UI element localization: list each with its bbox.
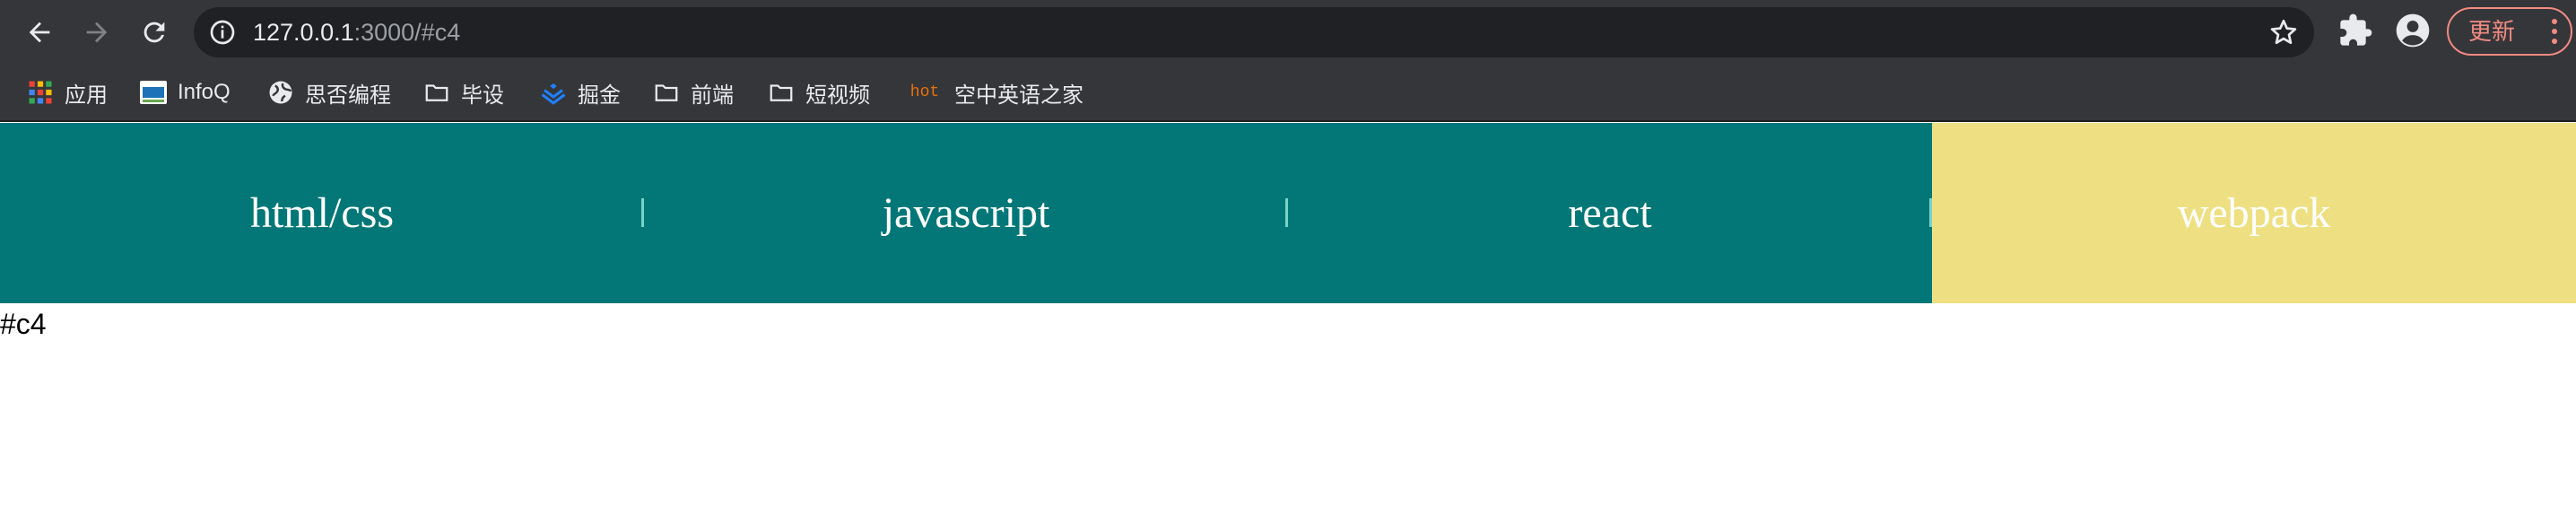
arrow-left-icon [29,22,50,43]
infoq-icon [140,79,167,106]
bookmark-sifou[interactable]: 思否编程 [267,65,391,120]
bookmark-label: 前端 [691,83,734,108]
update-label: 更新 [2468,18,2516,45]
hot-icon: hot [906,79,944,106]
bookmark-infoq[interactable]: InfoQ [140,65,231,120]
url-path: :3000/#c4 [353,19,461,46]
bookmark-folder-frontend[interactable]: 前端 [653,65,734,120]
url-host: 127.0.0.1 [253,19,354,46]
hot-badge-text: hot [909,83,940,101]
nav-item-label: webpack [2177,189,2331,237]
category-nav: html/css javascript react webpack [0,123,2576,303]
nav-item-label: javascript [882,189,1050,237]
profile-icon[interactable] [2393,11,2432,50]
more-vert-icon [2552,19,2557,44]
back-button[interactable] [18,11,61,54]
current-hash-text: #c4 [0,308,47,340]
nav-item-label: html/css [249,189,394,237]
folder-icon [423,79,450,106]
folder-icon [653,79,680,106]
bookmark-folder-shortvideo[interactable]: 短视频 [768,65,870,120]
bookmark-label: InfoQ [178,80,231,104]
url-text[interactable]: 127.0.0.1:3000/#c4 [253,7,460,57]
browser-toolbar: 127.0.0.1:3000/#c4 更新 [0,0,2576,65]
bookmark-label: 空中英语之家 [954,83,1083,108]
bookmark-kongzhong[interactable]: hot 空中英语之家 [906,65,1083,120]
bookmark-label: 思否编程 [305,83,391,108]
apps-grid-icon [27,79,54,106]
extensions-icon[interactable] [2337,13,2373,48]
bookmark-label: 掘金 [578,83,621,108]
nav-item-webpack[interactable]: webpack [1932,123,2576,303]
bookmarks-bar: 应用 InfoQ 思否编程 毕设 掘金 前端 短视频 hot 空中英语之家 [0,65,2576,122]
juejin-icon [540,79,567,106]
globe-icon [267,79,294,106]
address-bar[interactable]: 127.0.0.1:3000/#c4 [194,7,2314,57]
bookmark-label: 应用 [65,83,108,108]
forward-button[interactable] [75,11,118,54]
nav-item-html-css[interactable]: html/css [0,123,644,303]
bookmark-label: 毕设 [461,83,504,108]
folder-icon [768,79,795,106]
reload-button[interactable] [133,11,176,54]
bookmark-apps[interactable]: 应用 [27,65,108,120]
arrow-right-icon [86,22,108,43]
reload-icon [144,22,165,43]
bookmark-juejin[interactable]: 掘金 [540,65,621,120]
star-icon[interactable] [2267,16,2300,48]
bookmark-folder-bishe[interactable]: 毕设 [423,65,504,120]
nav-item-react[interactable]: react [1288,123,1932,303]
nav-item-javascript[interactable]: javascript [644,123,1288,303]
nav-item-label: react [1568,189,1652,237]
update-button[interactable]: 更新 [2447,7,2572,56]
info-icon[interactable] [208,18,237,47]
bookmark-label: 短视频 [805,83,870,108]
